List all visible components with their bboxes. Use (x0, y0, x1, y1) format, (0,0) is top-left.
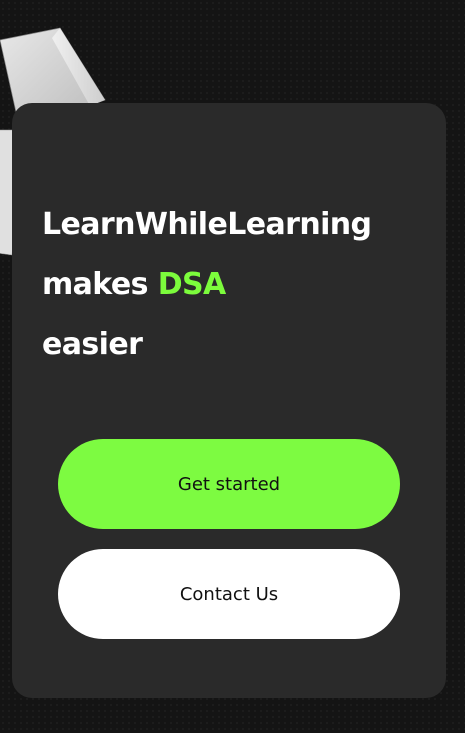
hero-headline: LearnWhileLearning makes DSA easier (42, 195, 372, 375)
headline-line-1: LearnWhileLearning (42, 207, 372, 242)
headline-line-2: makes DSA (42, 255, 371, 315)
get-started-button[interactable]: Get started (58, 439, 400, 529)
headline-makes-text: makes (42, 267, 148, 302)
headline-accent-text: DSA (157, 267, 227, 302)
contact-us-button[interactable]: Contact Us (58, 549, 400, 639)
hero-card: LearnWhileLearning makes DSA easier Get … (12, 103, 446, 698)
headline-line-3: easier (42, 327, 143, 362)
